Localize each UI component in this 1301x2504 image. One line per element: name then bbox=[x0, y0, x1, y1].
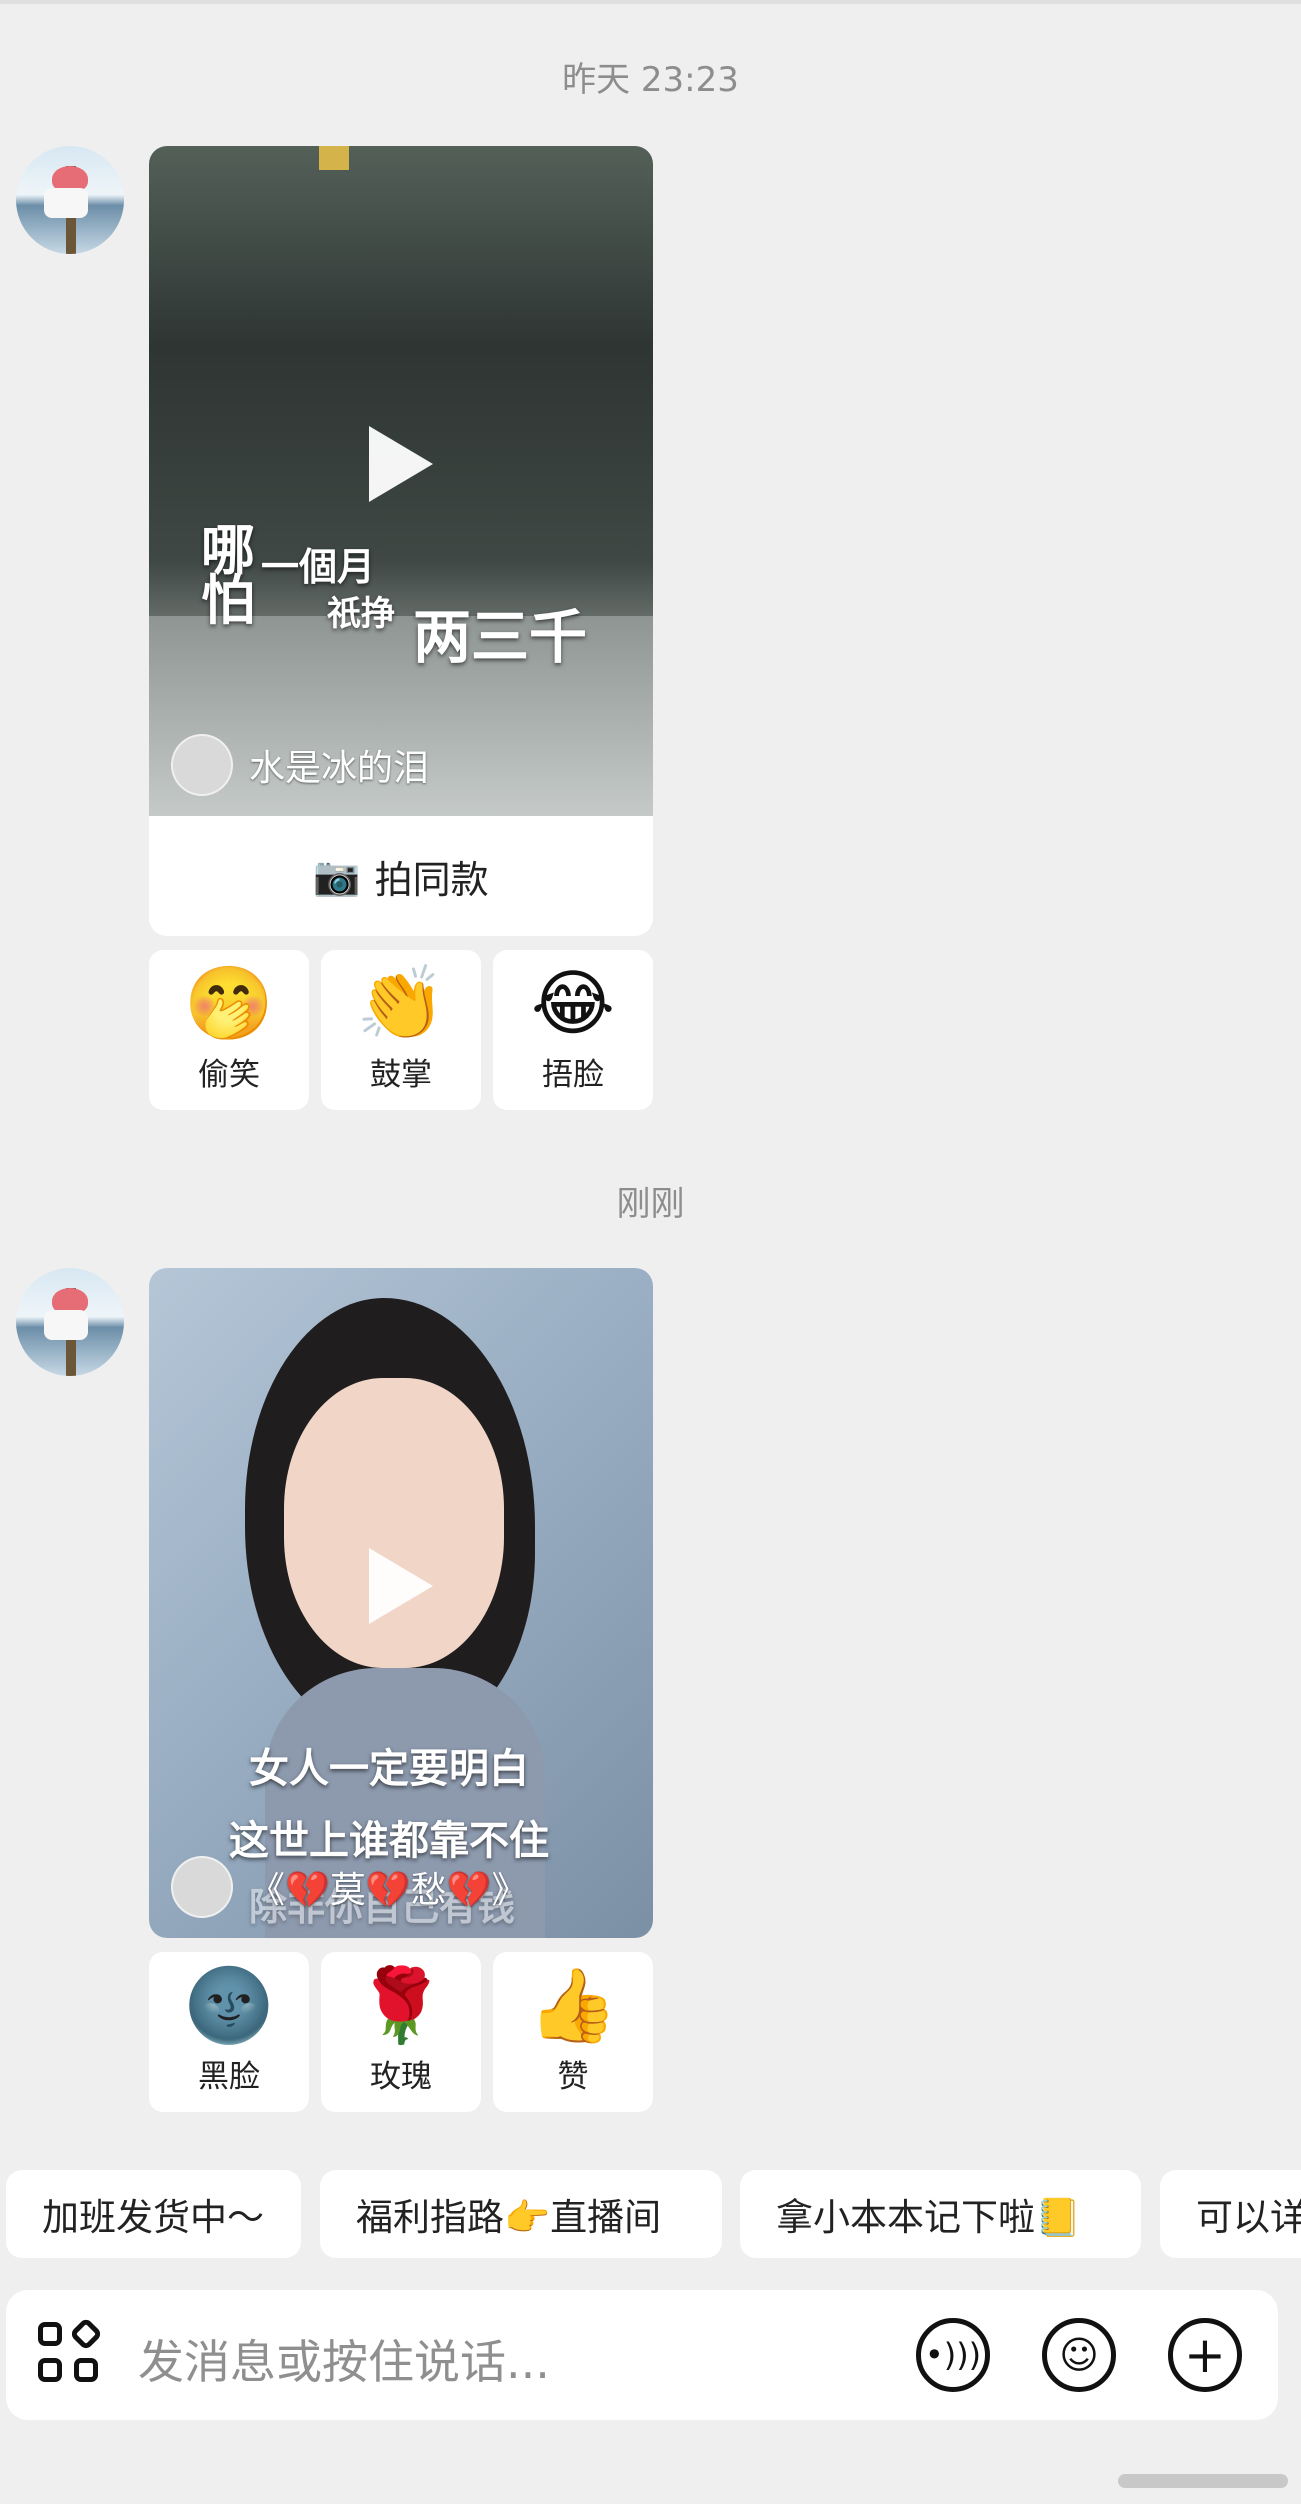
message-timestamp-just-now: 刚刚 bbox=[616, 1184, 685, 1224]
video-thumbnail[interactable]: 女人一定要明白 这世上谁都靠不住 除非你自己有钱 《💔莫💔愁💔》 bbox=[149, 1268, 653, 1938]
reaction-row: 🌚 黑脸 🌹 玫瑰 👍 赞 bbox=[149, 1952, 653, 2112]
voice-icon[interactable]: •))) bbox=[916, 2318, 990, 2392]
shoot-same-button[interactable]: 📷 拍同款 bbox=[149, 816, 653, 936]
home-indicator bbox=[1118, 2474, 1288, 2488]
quick-reply-chip[interactable]: 拿小本本记下啦📒 bbox=[740, 2170, 1141, 2258]
quick-reply-chips: 加班发货中～ 福利指路👉直播间 拿小本本记下啦📒 可以详 bbox=[0, 2170, 1301, 2260]
video-message-card[interactable]: 哪 怕 一個月 祇挣 两三千 水是冰的泪 📷 拍同款 bbox=[149, 146, 653, 936]
emoji-icon: 👏 bbox=[356, 960, 446, 1045]
message-input[interactable]: 发消息或按住说话... bbox=[138, 2326, 550, 2392]
video-caption: 祇挣 bbox=[327, 594, 395, 634]
reaction-button[interactable]: 🌹 玫瑰 bbox=[321, 1952, 481, 2112]
reaction-label: 玫瑰 bbox=[370, 2058, 432, 2095]
author-avatar[interactable] bbox=[171, 734, 233, 796]
reaction-row: 🤭 偷笑 👏 鼓掌 😂 捂脸 bbox=[149, 950, 653, 1110]
camera-icon: 📷 bbox=[313, 853, 361, 898]
emoji-icon: 🌹 bbox=[356, 1962, 446, 2047]
reaction-label: 赞 bbox=[557, 2058, 589, 2095]
reaction-label: 捂脸 bbox=[542, 1056, 604, 1093]
reaction-button[interactable]: 👏 鼓掌 bbox=[321, 950, 481, 1110]
author-avatar[interactable] bbox=[171, 1856, 233, 1918]
video-caption: 一個月 bbox=[261, 545, 376, 589]
play-icon[interactable] bbox=[369, 426, 433, 502]
emoji-icon: 😂 bbox=[530, 960, 616, 1045]
play-icon[interactable] bbox=[369, 1548, 433, 1624]
reaction-label: 鼓掌 bbox=[370, 1056, 432, 1093]
message-composer: 发消息或按住说话... •))) ☺ + bbox=[6, 2290, 1278, 2420]
quick-reply-chip[interactable]: 福利指路👉直播间 bbox=[320, 2170, 722, 2258]
shoot-same-label: 拍同款 bbox=[374, 857, 489, 902]
emoji-icon: 🤭 bbox=[184, 960, 274, 1045]
video-author[interactable]: 《💔莫💔愁💔》 bbox=[171, 1856, 527, 1918]
apps-grid-icon[interactable] bbox=[38, 2317, 103, 2386]
reaction-button[interactable]: 🌚 黑脸 bbox=[149, 1952, 309, 2112]
video-thumbnail[interactable]: 哪 怕 一個月 祇挣 两三千 水是冰的泪 bbox=[149, 146, 653, 816]
reaction-label: 偷笑 bbox=[198, 1056, 260, 1093]
video-message-card[interactable]: 女人一定要明白 这世上谁都靠不住 除非你自己有钱 《💔莫💔愁💔》 bbox=[149, 1268, 653, 1938]
emoji-icon: 👍 bbox=[528, 1962, 618, 2047]
author-name: 《💔莫💔愁💔》 bbox=[249, 1870, 528, 1911]
emoji-icon: 🌚 bbox=[184, 1962, 274, 2047]
emoji-face-icon[interactable]: ☺ bbox=[1042, 2318, 1116, 2392]
reaction-label: 黑脸 bbox=[198, 2058, 260, 2095]
video-author[interactable]: 水是冰的泪 bbox=[171, 734, 429, 796]
quick-reply-chip[interactable]: 加班发货中～ bbox=[6, 2170, 301, 2258]
sender-avatar[interactable] bbox=[16, 1268, 124, 1376]
author-name: 水是冰的泪 bbox=[249, 748, 430, 789]
video-caption: 两三千 bbox=[413, 603, 588, 671]
sender-avatar[interactable] bbox=[16, 146, 124, 254]
reaction-button[interactable]: 👍 赞 bbox=[493, 1952, 653, 2112]
reaction-button[interactable]: 😂 捂脸 bbox=[493, 950, 653, 1110]
message-timestamp-yesterday: 昨天 23:23 bbox=[562, 60, 739, 100]
reaction-button[interactable]: 🤭 偷笑 bbox=[149, 950, 309, 1110]
top-divider bbox=[0, 0, 1301, 4]
video-caption: 女人一定要明白 bbox=[249, 1746, 529, 1792]
quick-reply-chip[interactable]: 可以详 bbox=[1160, 2170, 1301, 2258]
video-caption: 怕 bbox=[201, 569, 255, 632]
add-icon[interactable]: + bbox=[1168, 2318, 1242, 2392]
